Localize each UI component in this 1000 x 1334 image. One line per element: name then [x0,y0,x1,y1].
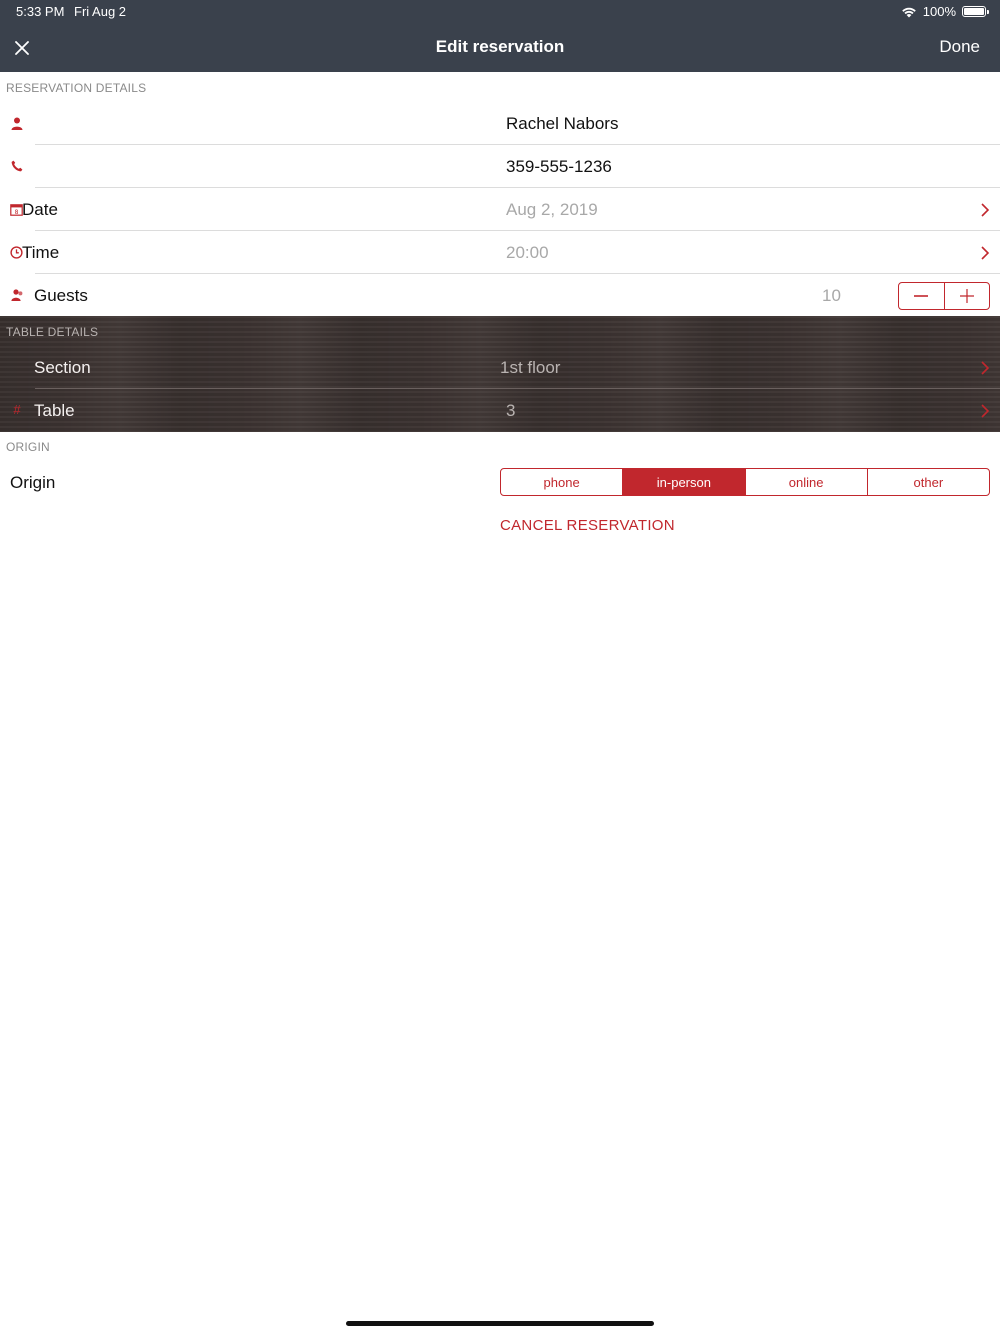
chevron-right-icon [981,246,990,260]
section-value: 1st floor [500,358,561,377]
guests-stepper[interactable] [898,282,990,310]
origin-label: Origin [10,473,56,492]
table-details-header: TABLE DETAILS [6,325,99,339]
guests-icon [10,288,24,302]
time-label: Time [22,243,60,262]
plus-icon [959,289,974,303]
status-right: 100% [901,4,989,19]
origin-option-phone[interactable]: phone [501,469,622,495]
minus-icon [914,295,929,297]
table-label: Table [34,401,75,420]
done-button[interactable]: Done [939,37,980,57]
page-title: Edit reservation [435,37,565,56]
person-icon [10,116,24,130]
time-row[interactable]: Time 20:00 [0,231,1000,274]
table-row[interactable]: # Table 3 [0,389,1000,432]
phone-field[interactable]: 359-555-1236 [506,157,612,177]
section-label: Section [34,358,91,377]
table-details-panel: TABLE DETAILS Section 1st floor # Table … [0,316,1000,432]
phone-row[interactable]: 359-555-1236 [0,145,1000,188]
hash-icon: # [13,401,21,417]
home-indicator[interactable] [346,1321,654,1326]
date-value: Aug 2, 2019 [506,200,598,219]
origin-option-online[interactable]: online [744,469,867,495]
battery-percent: 100% [922,4,956,19]
date-row[interactable]: 8 Date Aug 2, 2019 [0,188,1000,231]
clock-icon [9,245,23,259]
guests-count: 10 [822,286,841,305]
phone-icon [10,159,24,173]
status-time: 5:33 PM [16,4,65,19]
section-row[interactable]: Section 1st floor [0,346,1000,389]
nav-bar: Edit reservation Done [0,24,1000,72]
guests-row: Guests 10 [0,274,1000,317]
status-bar: 5:33 PM Fri Aug 2 100% [0,0,1000,24]
calendar-icon: 8 [9,202,23,216]
origin-option-other[interactable]: other [866,469,989,495]
chevron-right-icon [981,404,990,418]
cancel-reservation-button[interactable]: CANCEL RESERVATION [500,517,675,534]
guests-label: Guests [34,286,88,305]
origin-header: ORIGIN [6,440,50,454]
time-value: 20:00 [506,243,549,262]
reservation-details-header: RESERVATION DETAILS [6,81,147,95]
chevron-right-icon [981,203,990,217]
origin-option-in-person[interactable]: in-person [622,469,745,495]
status-date: Fri Aug 2 [74,4,127,19]
table-value: 3 [506,401,516,420]
origin-segmented-control[interactable]: phone in-person online other [500,468,990,496]
wifi-icon [901,7,916,17]
guest-name-field[interactable]: Rachel Nabors [506,114,618,134]
increment-button[interactable] [943,283,990,309]
svg-text:8: 8 [14,209,18,216]
chevron-right-icon [981,361,990,375]
battery-icon [962,6,989,17]
date-label: Date [22,200,58,219]
name-row[interactable]: Rachel Nabors [0,102,1000,145]
decrement-button[interactable] [899,283,944,309]
